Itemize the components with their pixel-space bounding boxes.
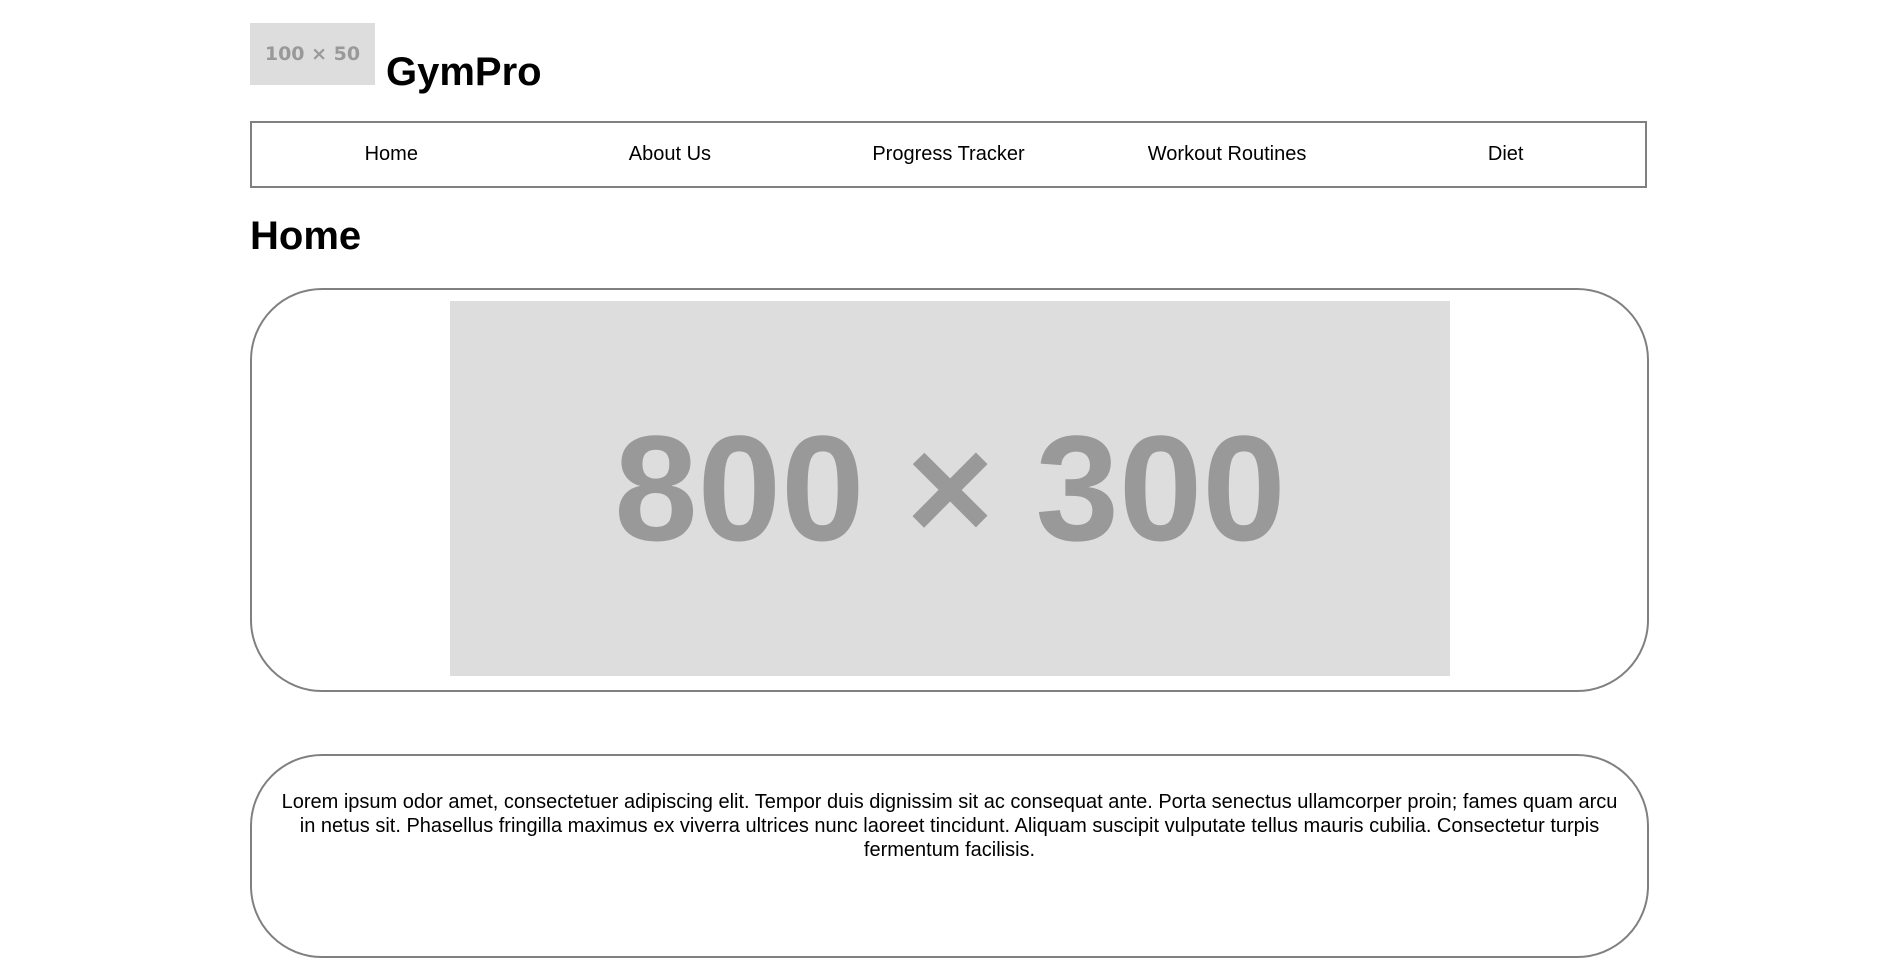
hero-card: 800 × 300 — [250, 288, 1649, 692]
intro-card: Lorem ipsum odor amet, consectetuer adip… — [250, 754, 1649, 958]
page-title: Home — [250, 214, 362, 258]
logo-placeholder-image: 100 × 50 — [250, 23, 375, 85]
intro-paragraph: Lorem ipsum odor amet, consectetuer adip… — [281, 791, 1618, 861]
nav-item-workout-routines[interactable]: Workout Routines — [1088, 123, 1367, 186]
nav-item-progress-tracker[interactable]: Progress Tracker — [809, 123, 1088, 186]
nav-item-diet[interactable]: Diet — [1366, 123, 1645, 186]
main-nav: Home About Us Progress Tracker Workout R… — [250, 121, 1647, 188]
nav-item-about-us[interactable]: About Us — [531, 123, 810, 186]
brand-name: GymPro — [386, 50, 542, 94]
hero-placeholder-image: 800 × 300 — [450, 301, 1450, 676]
nav-item-home[interactable]: Home — [252, 123, 531, 186]
